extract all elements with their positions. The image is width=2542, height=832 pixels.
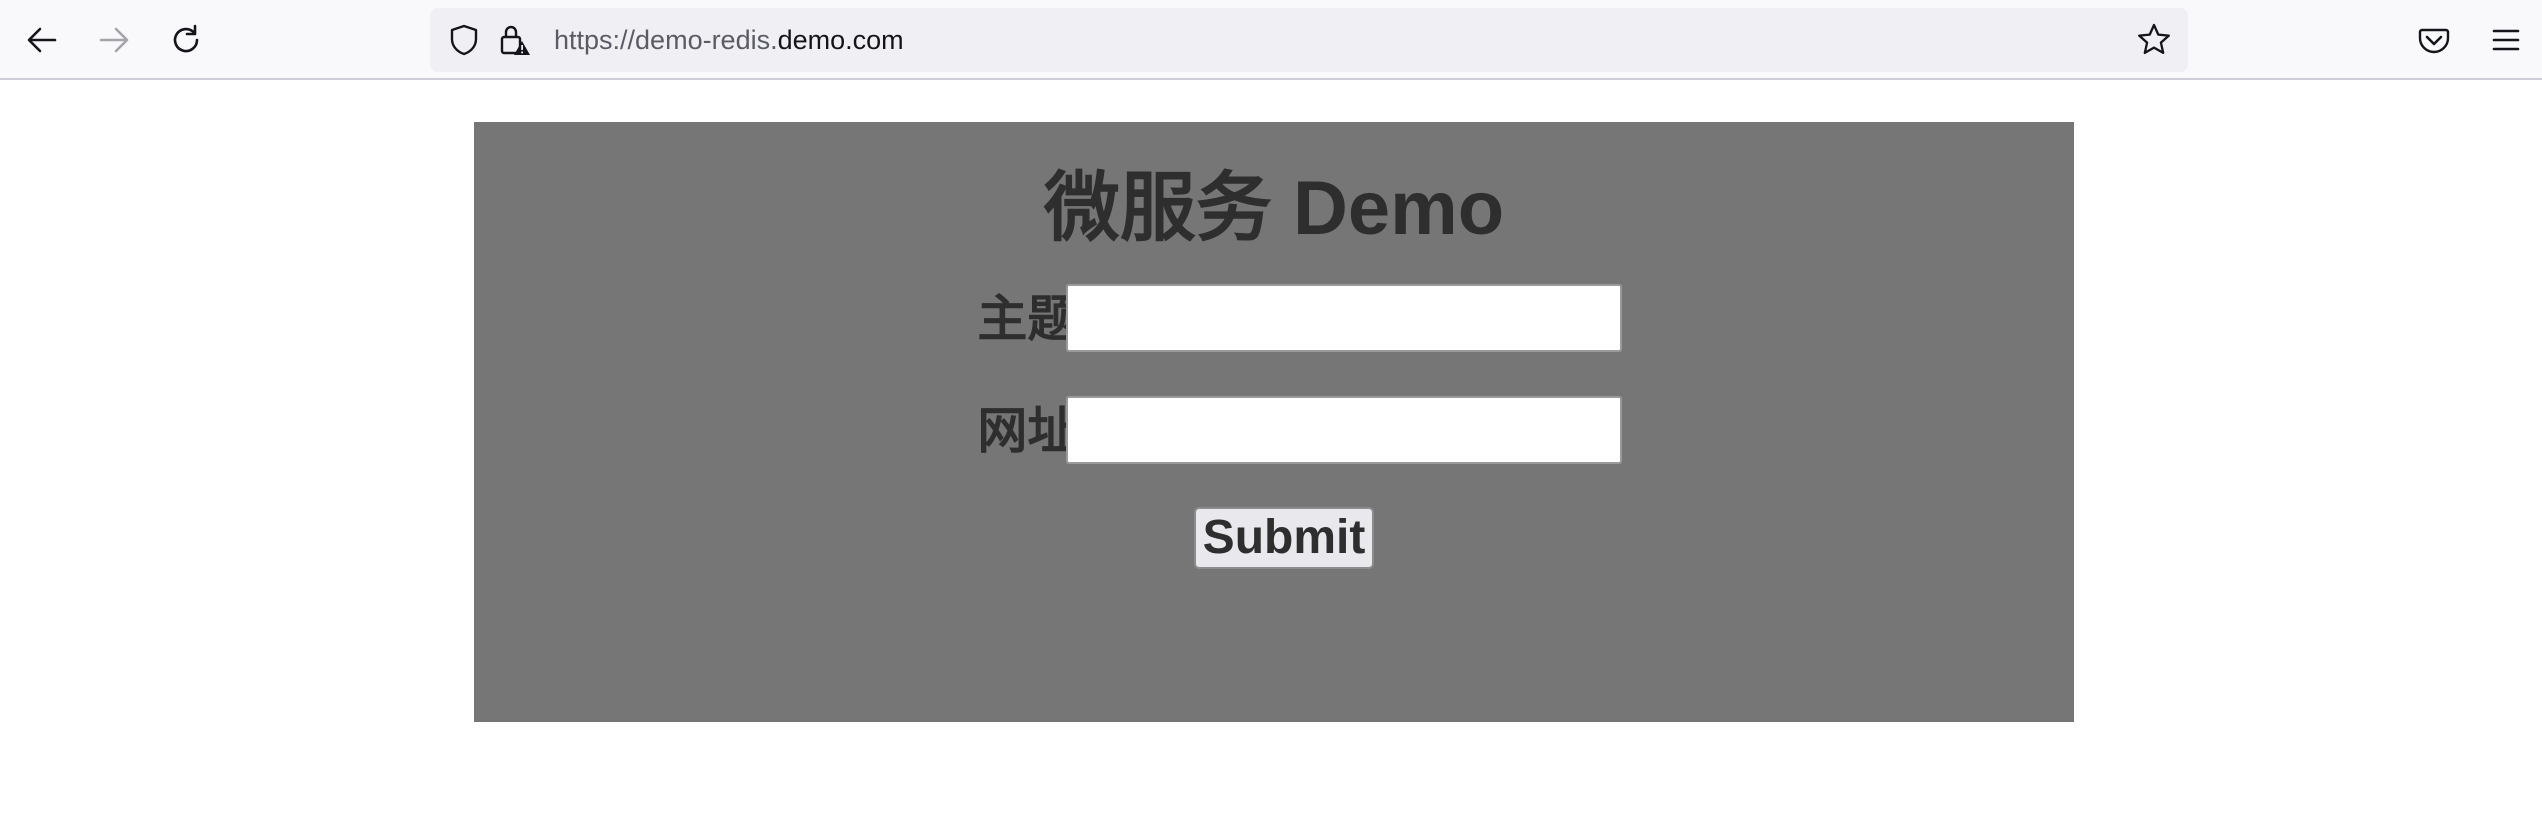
lock-warning-icon[interactable] bbox=[496, 22, 532, 63]
shield-icon[interactable] bbox=[446, 22, 482, 63]
pocket-button[interactable] bbox=[2408, 14, 2460, 66]
url-text[interactable]: https://demo-redis.demo.com bbox=[554, 8, 904, 72]
page-title: 微服务 Demo bbox=[1043, 166, 1505, 251]
pocket-icon bbox=[2417, 23, 2451, 57]
forward-arrow-icon bbox=[97, 23, 131, 57]
forward-button[interactable] bbox=[88, 14, 140, 66]
submit-button[interactable]: Submit bbox=[1194, 507, 1374, 569]
address-bar[interactable]: https://demo-redis.demo.com bbox=[430, 8, 2188, 72]
menu-button[interactable] bbox=[2480, 14, 2532, 66]
topic-input[interactable] bbox=[1066, 284, 1622, 352]
back-button[interactable] bbox=[16, 14, 68, 66]
star-icon[interactable] bbox=[2136, 22, 2172, 63]
reload-icon bbox=[169, 23, 203, 57]
url-prefix: https://demo-redis. bbox=[554, 25, 778, 55]
back-arrow-icon bbox=[25, 23, 59, 57]
demo-form-panel: 微服务 Demo 主题: 网址: Submit bbox=[474, 122, 2074, 722]
reload-button[interactable] bbox=[160, 14, 212, 66]
hamburger-menu-icon bbox=[2489, 23, 2523, 57]
url-domain: demo.com bbox=[777, 25, 904, 55]
browser-toolbar: https://demo-redis.demo.com bbox=[0, 0, 2542, 80]
url-input[interactable] bbox=[1066, 396, 1622, 464]
